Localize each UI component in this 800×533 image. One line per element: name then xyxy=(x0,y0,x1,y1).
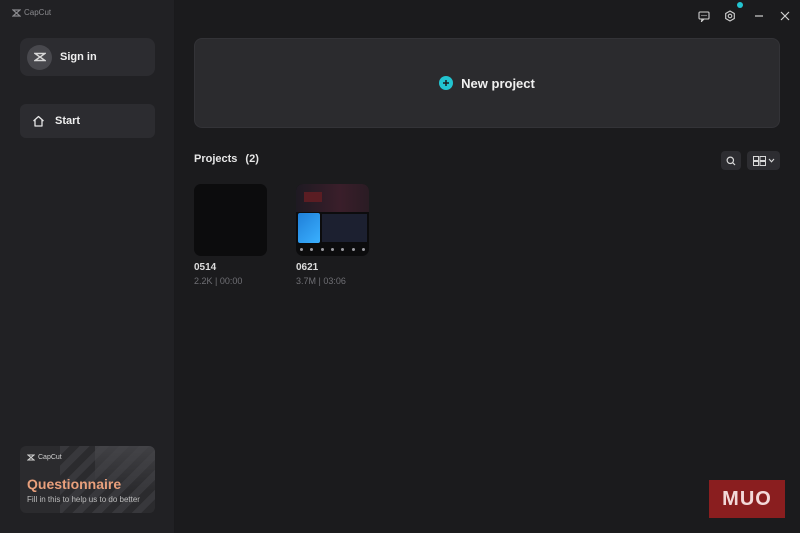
questionnaire-title: Questionnaire xyxy=(27,476,122,492)
settings-icon xyxy=(725,10,735,22)
home-icon xyxy=(33,115,44,127)
questionnaire-banner[interactable]: CapCut Questionnaire Fill in this to hel… xyxy=(20,446,155,513)
chevron-down-icon xyxy=(768,158,774,163)
sign-in-label: Sign in xyxy=(60,51,97,63)
capcut-logo-icon xyxy=(33,52,46,62)
grid-view-icon xyxy=(752,155,766,166)
banner-logo-text: CapCut xyxy=(38,454,62,461)
avatar xyxy=(27,44,52,70)
thumbnail-scene xyxy=(304,192,322,202)
settings-button[interactable] xyxy=(723,9,737,23)
capcut-logo-icon xyxy=(12,8,21,17)
feedback-button[interactable] xyxy=(697,9,711,23)
search-icon xyxy=(726,156,736,165)
project-name: 0514 xyxy=(194,262,217,273)
capcut-window: CapCut Sign in Start CapCut Questionnair… xyxy=(0,0,800,533)
banner-logo: CapCut xyxy=(27,454,62,461)
search-button[interactable] xyxy=(721,151,741,170)
sidebar: CapCut Sign in Start CapCut Questionnair… xyxy=(0,0,175,533)
projects-title: Projects xyxy=(194,153,238,165)
sidebar-item-start[interactable]: Start xyxy=(20,104,155,138)
new-project-button[interactable]: New project xyxy=(194,38,780,128)
thumbnail-scene xyxy=(298,213,320,243)
close-icon xyxy=(780,11,790,21)
app-title: CapCut xyxy=(24,8,52,17)
sign-in-button[interactable]: Sign in xyxy=(20,38,155,76)
capcut-logo-icon xyxy=(27,454,35,461)
notification-dot xyxy=(737,2,743,8)
view-toggle-button[interactable] xyxy=(747,151,780,170)
questionnaire-subtitle: Fill in this to help us to do better xyxy=(27,495,140,504)
muo-watermark: MUO xyxy=(709,480,785,518)
project-thumbnail[interactable] xyxy=(296,184,369,256)
project-card[interactable]: 0621 3.7M | 03:06 xyxy=(296,184,369,286)
minimize-icon xyxy=(755,15,763,17)
projects-header: Projects (2) xyxy=(194,153,259,165)
new-project-label: New project xyxy=(461,75,535,91)
close-button[interactable] xyxy=(778,9,792,23)
minimize-button[interactable] xyxy=(752,9,766,23)
feedback-icon xyxy=(698,10,710,22)
project-card[interactable]: 0514 2.2K | 00:00 xyxy=(194,184,267,286)
project-meta: 2.2K | 00:00 xyxy=(194,276,243,286)
sidebar-item-label: Start xyxy=(55,115,81,127)
project-thumbnail[interactable] xyxy=(194,184,267,256)
thumbnail-scene xyxy=(322,214,367,242)
thumbnail-controls xyxy=(300,248,365,251)
project-meta: 3.7M | 03:06 xyxy=(296,276,346,286)
app-logo: CapCut xyxy=(12,8,51,17)
plus-circle-icon xyxy=(439,76,454,90)
projects-count: (2) xyxy=(245,153,259,165)
project-name: 0621 xyxy=(296,262,319,273)
